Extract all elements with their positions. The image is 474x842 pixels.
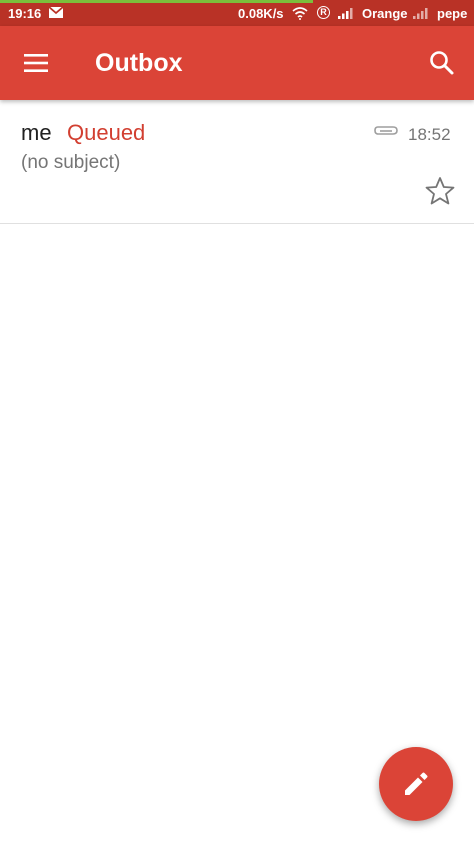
menu-button[interactable]	[14, 41, 58, 85]
paperclip-icon	[374, 126, 398, 135]
message-subject: (no subject)	[21, 152, 121, 173]
message-sender: me	[21, 120, 52, 145]
status-time: 19:16	[8, 6, 42, 21]
gmail-notification-icon	[49, 7, 63, 18]
message-status: Queued	[67, 120, 146, 145]
search-button[interactable]	[420, 41, 464, 85]
network-speed: 0.08K/s	[238, 6, 284, 21]
status-user: pepe	[437, 6, 468, 21]
message-row[interactable]: me Queued 18:52 (no subject)	[0, 100, 474, 224]
status-bar: 19:16 0.08K/s R Orange pepe	[0, 0, 474, 26]
search-icon	[430, 51, 454, 75]
roaming-icon: R	[317, 6, 330, 19]
compose-button[interactable]	[379, 747, 453, 821]
message-time: 18:52	[408, 125, 451, 144]
outbox-screen: 19:16 0.08K/s R Orange pepe Outbox me Qu…	[0, 0, 474, 842]
wifi-icon	[292, 7, 308, 20]
pencil-icon	[405, 772, 428, 795]
page-title: Outbox	[95, 49, 183, 77]
star-icon[interactable]	[424, 175, 456, 207]
carrier-name: Orange	[362, 6, 408, 21]
status-progress-bar	[0, 0, 313, 3]
message-list: me Queued 18:52 (no subject)	[0, 100, 474, 224]
signal-icon	[413, 8, 428, 19]
app-toolbar: Outbox	[0, 26, 474, 100]
hamburger-menu-icon	[24, 54, 48, 72]
signal-icon	[338, 8, 353, 19]
